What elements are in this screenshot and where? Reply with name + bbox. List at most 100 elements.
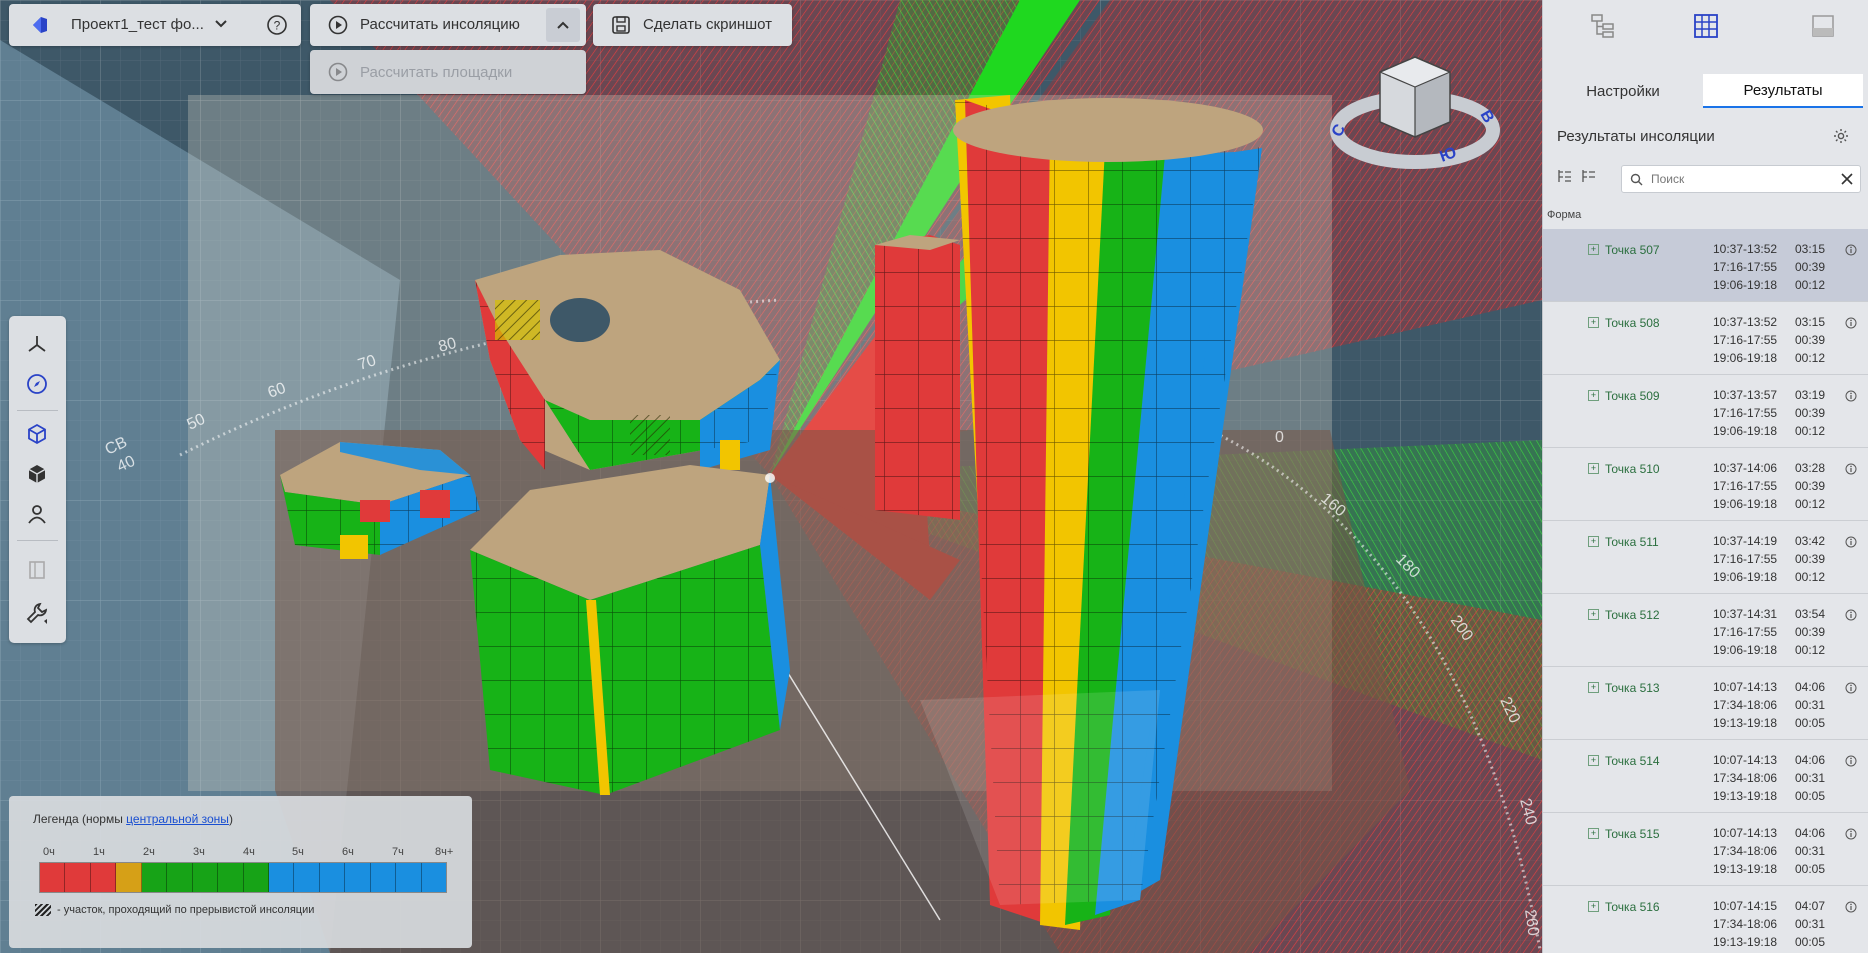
help-icon[interactable]: ?: [266, 14, 288, 36]
result-durations: 04:06 00:31 00:05: [1795, 824, 1825, 878]
central-zone-link[interactable]: центральной зоны: [126, 812, 229, 826]
info-icon[interactable]: [1845, 462, 1857, 480]
info-icon[interactable]: [1845, 608, 1857, 626]
duration: 03:42: [1795, 534, 1826, 548]
expand-plus-icon[interactable]: +: [1588, 317, 1599, 328]
result-row[interactable]: + Точка 511 10:37-14:19 17:16-17:55 19:06-19…: [1543, 521, 1868, 594]
expand-plus-icon[interactable]: +: [1588, 390, 1599, 401]
duration: 00:12: [1795, 643, 1826, 657]
duration: 00:05: [1795, 935, 1826, 949]
axes-icon[interactable]: [23, 330, 51, 358]
duration: 00:31: [1795, 698, 1826, 712]
collapse-all-icon[interactable]: [1581, 168, 1597, 184]
info-icon[interactable]: [1845, 243, 1857, 261]
expand-plus-icon[interactable]: +: [1588, 682, 1599, 693]
info-icon[interactable]: [1845, 827, 1857, 845]
duration: 00:31: [1795, 771, 1826, 785]
grid-view-icon[interactable]: [1690, 10, 1722, 42]
result-row[interactable]: + Точка 509 10:37-13:57 17:16-17:55 19:06-19…: [1543, 375, 1868, 448]
result-row[interactable]: + Точка 513 10:07-14:13 17:34-18:06 19:13-19…: [1543, 667, 1868, 740]
cube-outline-icon[interactable]: [23, 420, 51, 448]
time-interval: 17:16-17:55: [1713, 406, 1778, 420]
cube-solid-icon[interactable]: [23, 460, 51, 488]
legend-color-cell: [370, 863, 397, 892]
result-name: Точка 507: [1605, 243, 1660, 257]
insolation-legend: Легенда (нормы центральной зоны) 0ч 1ч 2…: [9, 796, 472, 948]
panel-tabs: Настройки Результаты: [1543, 74, 1868, 108]
expand-plus-icon[interactable]: +: [1588, 536, 1599, 547]
time-interval: 19:13-19:18: [1713, 935, 1778, 949]
screenshot-button[interactable]: Сделать скриншот: [593, 4, 792, 46]
duration: 00:12: [1795, 424, 1826, 438]
legend-color-cell: [65, 863, 91, 892]
info-icon[interactable]: [1845, 535, 1857, 553]
person-icon[interactable]: [23, 500, 51, 528]
chevron-down-icon[interactable]: [214, 17, 228, 31]
result-row[interactable]: + Точка 512 10:37-14:31 17:16-17:55 19:06-19…: [1543, 594, 1868, 667]
search-input[interactable]: [1651, 172, 1831, 186]
result-intervals: 10:07-14:13 17:34-18:06 19:13-19:18: [1713, 824, 1777, 878]
time-interval: 17:16-17:55: [1713, 260, 1778, 274]
expand-plus-icon[interactable]: +: [1588, 609, 1599, 620]
result-row[interactable]: + Точка 515 10:07-14:13 17:34-18:06 19:13-19…: [1543, 813, 1868, 886]
calc-areas-button[interactable]: Рассчитать площадки: [310, 50, 586, 94]
info-icon[interactable]: [1845, 389, 1857, 407]
expand-plus-icon[interactable]: +: [1588, 755, 1599, 766]
play-circle-icon: [328, 62, 348, 82]
result-durations: 04:07 00:31 00:05: [1795, 897, 1825, 951]
expand-plus-icon[interactable]: +: [1588, 828, 1599, 839]
tab-settings[interactable]: Настройки: [1543, 74, 1703, 108]
result-durations: 03:15 00:39 00:12: [1795, 313, 1825, 367]
expand-plus-icon[interactable]: +: [1588, 901, 1599, 912]
duration: 00:39: [1795, 552, 1826, 566]
result-row[interactable]: + Точка 508 10:37-13:52 17:16-17:55 19:06-19…: [1543, 302, 1868, 375]
legend-color-cell: [218, 863, 244, 892]
panel-icon[interactable]: [23, 556, 51, 584]
result-name: Точка 516: [1605, 900, 1660, 914]
result-name: Точка 511: [1605, 535, 1659, 549]
legend-color-cell: [243, 863, 269, 892]
gear-icon[interactable]: [1833, 128, 1849, 144]
expand-plus-icon[interactable]: +: [1588, 463, 1599, 474]
result-intervals: 10:07-14:13 17:34-18:06 19:13-19:18: [1713, 751, 1777, 805]
close-icon[interactable]: [1840, 172, 1854, 186]
result-name: Точка 512: [1605, 608, 1660, 622]
result-intervals: 10:37-13:57 17:16-17:55 19:06-19:18: [1713, 386, 1777, 440]
info-icon[interactable]: [1845, 316, 1857, 334]
time-interval: 19:13-19:18: [1713, 789, 1778, 803]
result-row[interactable]: + Точка 516 10:07-14:15 17:34-18:06 19:13-19…: [1543, 886, 1868, 953]
legend-color-cell: [396, 863, 422, 892]
result-row[interactable]: + Точка 510 10:37-14:06 17:16-17:55 19:06-19…: [1543, 448, 1868, 521]
tab-results[interactable]: Результаты: [1703, 74, 1863, 108]
legend-tick: 3ч: [193, 846, 205, 858]
time-interval: 19:06-19:18: [1713, 351, 1778, 365]
info-icon[interactable]: [1845, 681, 1857, 699]
layout-view-icon[interactable]: [1807, 10, 1839, 42]
duration: 04:06: [1795, 753, 1826, 767]
info-icon[interactable]: [1845, 900, 1857, 918]
duration: 00:05: [1795, 789, 1826, 803]
chevron-up-icon[interactable]: [546, 8, 580, 42]
wrench-icon[interactable]: [23, 599, 51, 627]
duration: 03:28: [1795, 461, 1826, 475]
floppy-disk-icon: [611, 15, 631, 35]
result-intervals: 10:37-14:19 17:16-17:55 19:06-19:18: [1713, 532, 1777, 586]
result-intervals: 10:37-14:31 17:16-17:55 19:06-19:18: [1713, 605, 1777, 659]
duration: 00:12: [1795, 278, 1826, 292]
calc-insolation-button[interactable]: Рассчитать инсоляцию: [310, 4, 586, 46]
result-row[interactable]: + Точка 507 10:37-13:52 17:16-17:55 19:06-19…: [1543, 229, 1868, 302]
toolbar-divider: [17, 410, 58, 411]
project-name[interactable]: Проект1_тест фо...: [71, 16, 204, 33]
expand-plus-icon[interactable]: +: [1588, 244, 1599, 255]
compass-icon[interactable]: [23, 370, 51, 398]
tree-view-icon[interactable]: [1587, 10, 1619, 42]
duration: 00:12: [1795, 351, 1826, 365]
view-cube[interactable]: С В Ю: [1325, 52, 1505, 172]
info-icon[interactable]: [1845, 754, 1857, 772]
result-durations: 03:28 00:39 00:12: [1795, 459, 1825, 513]
time-interval: 19:13-19:18: [1713, 862, 1778, 876]
expand-all-icon[interactable]: [1557, 168, 1573, 184]
result-row[interactable]: + Точка 514 10:07-14:13 17:34-18:06 19:13-19…: [1543, 740, 1868, 813]
legend-tick: 8ч+: [435, 846, 454, 858]
legend-tick: 2ч: [143, 846, 155, 858]
